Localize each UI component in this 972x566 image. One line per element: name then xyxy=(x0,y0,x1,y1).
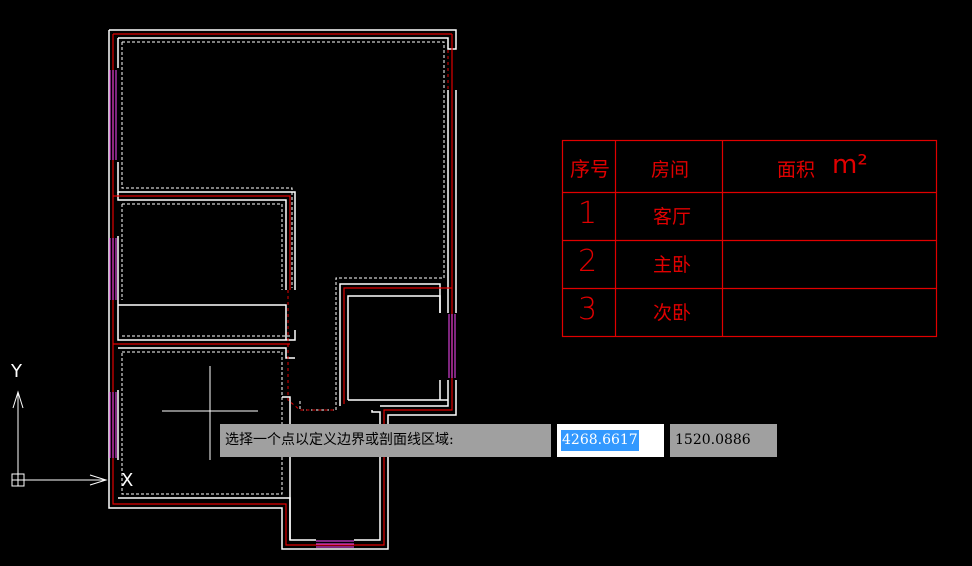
row-room-1: 客厅 xyxy=(653,206,692,228)
ucs-y-label: Y xyxy=(11,361,22,382)
row-number-1: 1 xyxy=(578,196,598,231)
x-coordinate-value[interactable]: 4268.6617 xyxy=(561,430,639,451)
floor-plan xyxy=(108,29,457,550)
ucs-x-label: X xyxy=(121,470,134,491)
row-room-2: 主卧 xyxy=(653,254,692,276)
header-number: 序号 xyxy=(570,157,610,181)
room-boundary-living xyxy=(121,41,445,411)
room-table-grid xyxy=(561,139,938,338)
door-swing-lines xyxy=(287,50,449,411)
y-coordinate-input[interactable]: 1520.0886 xyxy=(670,424,777,457)
row-room-3: 次卧 xyxy=(653,302,692,324)
room-boundary-master xyxy=(121,203,290,337)
windows xyxy=(109,70,456,548)
room-boundary-second xyxy=(121,351,283,495)
row-number-3: 3 xyxy=(578,292,598,327)
drawing-canvas[interactable] xyxy=(0,0,972,566)
x-coordinate-input[interactable]: 4268.6617 xyxy=(557,424,664,457)
row-number-2: 2 xyxy=(578,244,598,279)
header-area: 面积 xyxy=(777,159,816,181)
inner-wall xyxy=(117,38,441,541)
outer-wall xyxy=(109,29,457,50)
command-prompt: 选择一个点以定义边界或剖面线区域: xyxy=(220,424,551,457)
outer-wall-right xyxy=(380,90,457,407)
header-room: 房间 xyxy=(651,159,690,181)
header-area-unit: m² xyxy=(832,150,868,180)
inner-wall-2 xyxy=(117,192,448,540)
ucs-icon xyxy=(11,390,108,487)
